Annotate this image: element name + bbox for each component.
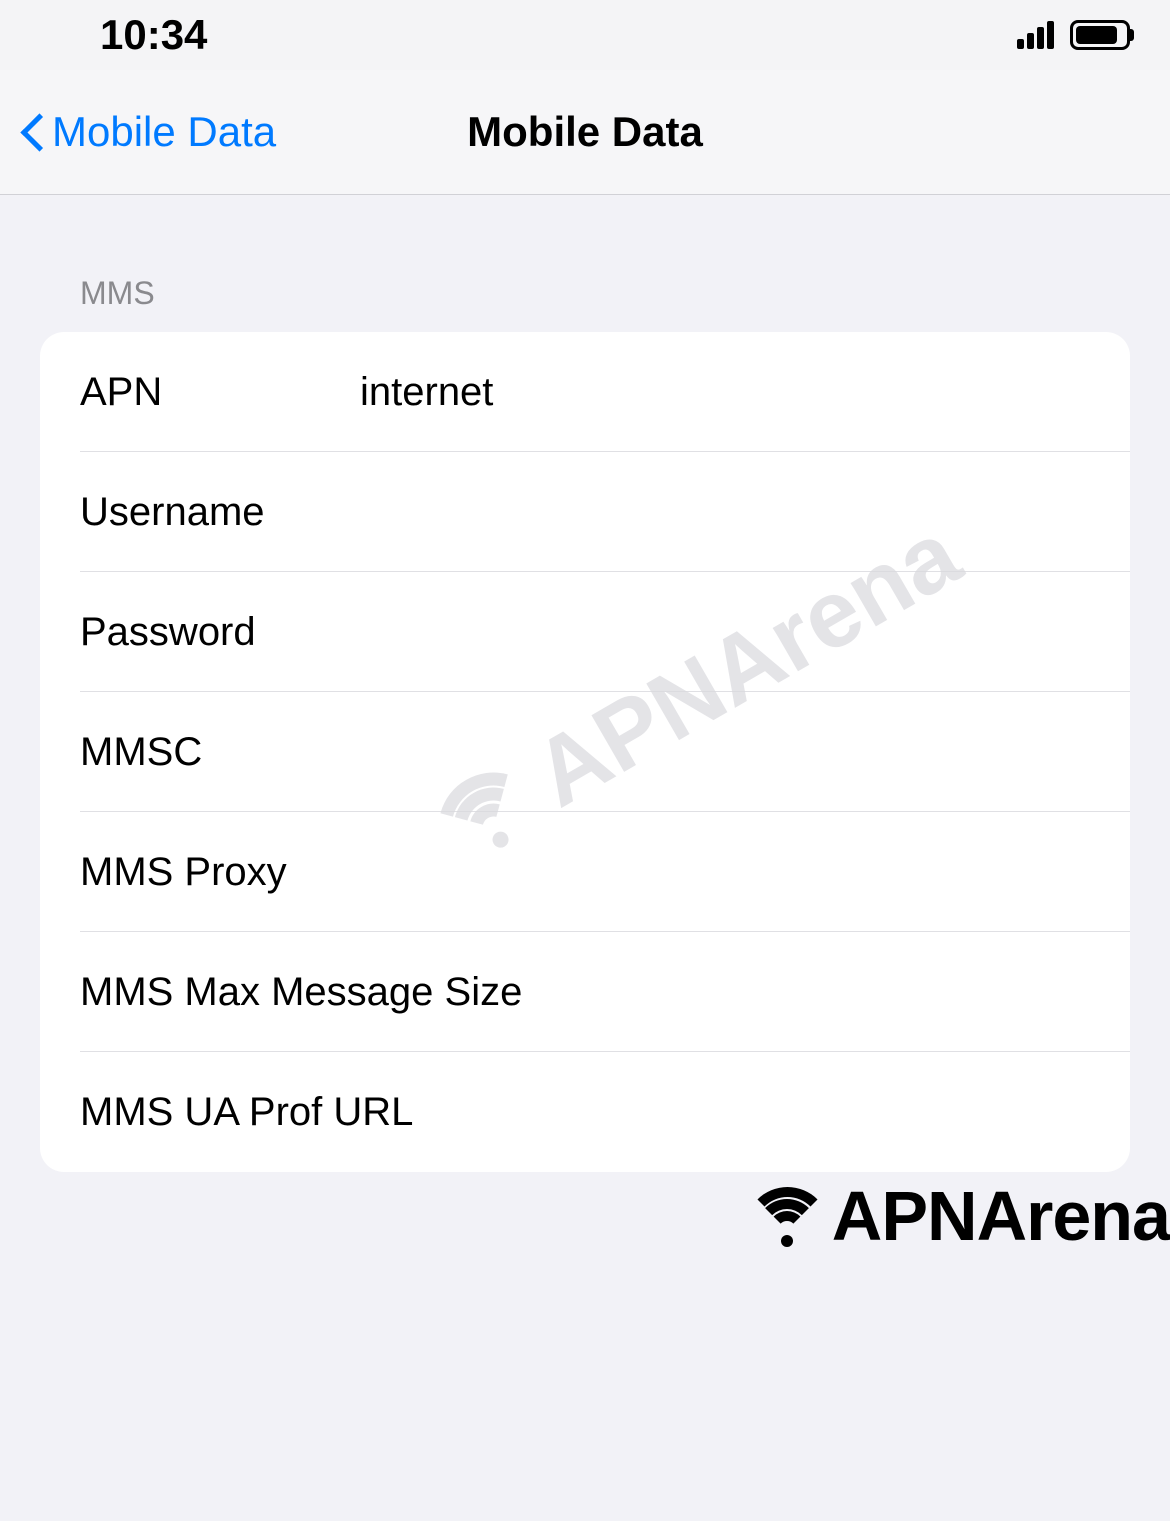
row-mms-ua-prof-url[interactable]: MMS UA Prof URL xyxy=(40,1052,1130,1172)
label-password: Password xyxy=(80,610,360,655)
status-bar: 10:34 xyxy=(0,0,1170,70)
row-mms-max-size[interactable]: MMS Max Message Size xyxy=(40,932,1130,1052)
input-mms-ua-prof-url[interactable] xyxy=(575,1090,1090,1135)
chevron-left-icon xyxy=(20,112,44,152)
page-title: Mobile Data xyxy=(467,108,703,156)
row-username[interactable]: Username xyxy=(40,452,1130,572)
row-mmsc[interactable]: MMSC xyxy=(40,692,1130,812)
label-apn: APN xyxy=(80,370,360,415)
input-mms-proxy[interactable] xyxy=(287,850,1090,895)
input-username[interactable] xyxy=(360,490,1090,535)
input-apn[interactable] xyxy=(360,370,1090,415)
row-mms-proxy[interactable]: MMS Proxy xyxy=(40,812,1130,932)
settings-group-mms: APN Username Password MMSC MMS Proxy MMS… xyxy=(40,332,1130,1172)
back-button[interactable]: Mobile Data xyxy=(20,108,276,156)
row-password[interactable]: Password xyxy=(40,572,1130,692)
wifi-icon xyxy=(745,1184,830,1249)
input-mms-max-size[interactable] xyxy=(575,970,1090,1015)
battery-icon xyxy=(1070,20,1130,50)
brand-text: APNArena xyxy=(832,1176,1170,1256)
back-label: Mobile Data xyxy=(52,108,276,156)
status-icons xyxy=(1017,20,1130,50)
label-mms-proxy: MMS Proxy xyxy=(80,850,287,895)
navigation-bar: Mobile Data Mobile Data xyxy=(0,70,1170,195)
cellular-signal-icon xyxy=(1017,21,1054,49)
row-apn[interactable]: APN xyxy=(40,332,1130,452)
footer-brand: APNArena xyxy=(745,1176,1170,1256)
label-mmsc: MMSC xyxy=(80,730,360,775)
status-time: 10:34 xyxy=(100,11,207,59)
input-password[interactable] xyxy=(360,610,1090,655)
label-username: Username xyxy=(80,490,360,535)
label-mms-max-size: MMS Max Message Size xyxy=(80,970,575,1015)
label-mms-ua-prof-url: MMS UA Prof URL xyxy=(80,1090,575,1135)
input-mmsc[interactable] xyxy=(360,730,1090,775)
section-header-mms: MMS xyxy=(0,195,1170,332)
